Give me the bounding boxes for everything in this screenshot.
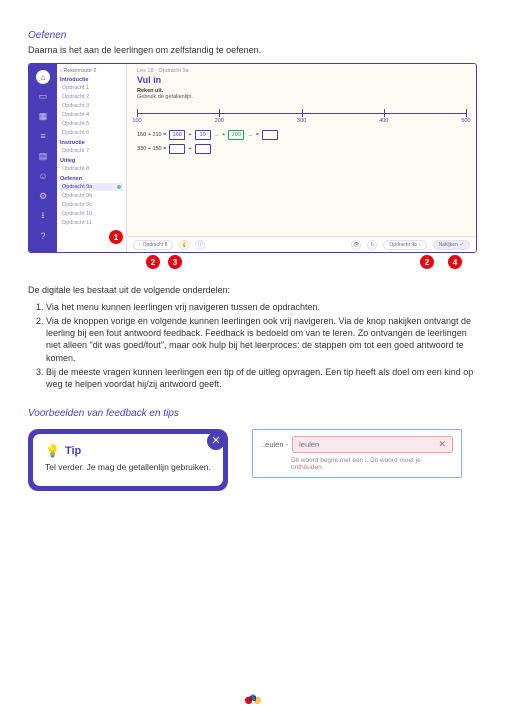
app-rail: ⌂ ▭ ▦ ≡ ▤ ☺ ⚙ ⭳ ?: [29, 64, 57, 252]
rail-list-icon[interactable]: ≡: [35, 128, 51, 144]
eq-box-green[interactable]: 200: [228, 130, 244, 140]
bottom-toolbar: ‹Opdracht 8 💡 ⓘ 👁 ↻ Opdracht 9b› Nakijke…: [127, 236, 476, 252]
list-item: Via het menu kunnen leerlingen vrij navi…: [46, 301, 477, 313]
eq-lhs: 330 + 150 =: [137, 146, 166, 152]
lesson-menu: ‹ Rekenroute 2 Introductie Opdracht 1 Op…: [57, 64, 127, 252]
nl-tick-label: 500: [461, 118, 470, 124]
check-label: Nakijken: [439, 242, 458, 248]
rail-home-icon[interactable]: ⌂: [36, 70, 50, 84]
menu-item[interactable]: Opdracht 6: [60, 129, 123, 137]
close-icon[interactable]: ✕: [207, 432, 225, 450]
menu-item[interactable]: Opdracht 7: [60, 147, 123, 155]
nl-tick-label: 300: [297, 118, 306, 124]
rail-book-icon[interactable]: ▭: [35, 88, 51, 104]
eq-box-answer[interactable]: [262, 130, 278, 140]
callout-badge-3: 3: [168, 255, 182, 269]
menu-item[interactable]: Opdracht 3: [60, 102, 123, 110]
rail-gear-icon[interactable]: ⚙: [35, 188, 51, 204]
rail-grid-icon[interactable]: ▦: [35, 108, 51, 124]
cloud-logo-icon: 33: [242, 692, 264, 706]
menu-section-uitleg: Uitleg: [60, 158, 123, 164]
lesson-crumb: Les 18 · Opdracht 9a: [137, 68, 466, 74]
equation-row-1: 160 + 210 = 160 + 10 → + 200 → =: [137, 130, 466, 140]
lightbulb-icon: 💡: [45, 444, 60, 458]
nl-tick-label: 200: [215, 118, 224, 124]
list-item: Bij de meeste vragen kunnen leerlingen e…: [46, 366, 477, 390]
callout-badge-1: 1: [109, 230, 123, 244]
err-entered-value: leulen: [299, 440, 319, 449]
breadcrumb[interactable]: ‹ Rekenroute 2: [60, 68, 123, 74]
tip-title-text: Tip: [65, 445, 81, 457]
nl-tick-label: 400: [379, 118, 388, 124]
rail-help-icon[interactable]: ?: [35, 228, 51, 244]
callout-badge-2b: 2: [420, 255, 434, 269]
menu-section-introductie: Introductie: [60, 77, 123, 83]
exercise-sub2: Gebruik de getallenlijn.: [137, 94, 466, 100]
eye-icon[interactable]: 👁: [351, 240, 361, 250]
callout-badge-2: 2: [146, 255, 160, 269]
err-prefix: ..eulen -: [261, 440, 288, 449]
eq-box[interactable]: [169, 144, 185, 154]
plus-icon: +: [222, 132, 225, 138]
equation-row-2: 330 + 150 = +: [137, 144, 466, 154]
check-button[interactable]: Nakijken✓: [433, 240, 470, 250]
chevron-right-icon: ›: [419, 242, 421, 248]
tip-body: Tel verder. Je mag de getallenlijn gebru…: [45, 462, 211, 472]
menu-item[interactable]: Opdracht 10: [60, 210, 123, 218]
menu-item[interactable]: Opdracht 8: [60, 165, 123, 173]
intro-line: Daarna is het aan de leerlingen om zelfs…: [28, 45, 477, 55]
menu-section-instructie: Instructie: [60, 140, 123, 146]
app-screenshot-frame: ⌂ ▭ ▦ ≡ ▤ ☺ ⚙ ⭳ ? ‹ Rekenroute 2 Introdu…: [28, 63, 477, 253]
callout-badge-4: 4: [448, 255, 462, 269]
info-icon[interactable]: ⓘ: [195, 240, 205, 250]
onderdelen-list: Via het menu kunnen leerlingen vrij navi…: [28, 301, 477, 390]
err-message: Dit woord begint met een i. Dit woord mo…: [261, 457, 453, 471]
chevron-left-icon: ‹: [139, 242, 141, 248]
menu-item[interactable]: Opdracht 5: [60, 120, 123, 128]
plus-icon: +: [188, 146, 191, 152]
exercise-title: Vul in: [137, 75, 466, 85]
next-button[interactable]: Opdracht 9b›: [383, 240, 426, 250]
equals-sign: =: [256, 132, 259, 138]
nl-tick-label: 100: [132, 118, 141, 124]
menu-item-active[interactable]: Opdracht 9a: [60, 183, 123, 191]
menu-item[interactable]: Opdracht 9b: [60, 192, 123, 200]
page-footer: 33: [0, 692, 505, 706]
rail-chart-icon[interactable]: ▤: [35, 148, 51, 164]
close-icon[interactable]: ✕: [438, 439, 446, 450]
check-icon: ✓: [460, 242, 464, 248]
tip-card: ✕ 💡 Tip Tel verder. Je mag de getallenli…: [28, 429, 228, 491]
eq-box[interactable]: [195, 144, 211, 154]
onderdelen-heading: De digitale les bestaat uit de volgende …: [28, 285, 477, 295]
eq-lhs: 160 + 210 =: [137, 132, 166, 138]
eq-box[interactable]: 10: [195, 130, 211, 140]
rail-user-icon[interactable]: ☺: [35, 168, 51, 184]
rail-download-icon[interactable]: ⭳: [35, 208, 51, 224]
refresh-icon[interactable]: ↻: [367, 240, 377, 250]
list-item: Via de knoppen vorige en volgende kunnen…: [46, 315, 477, 364]
prev-button[interactable]: ‹Opdracht 8: [133, 240, 173, 250]
menu-item[interactable]: Opdracht 1: [60, 84, 123, 92]
eq-box[interactable]: 160: [169, 130, 185, 140]
lightbulb-icon[interactable]: 💡: [179, 240, 189, 250]
tip-title: 💡 Tip: [45, 444, 211, 458]
prev-label: Opdracht 8: [143, 242, 168, 248]
work-area: Les 18 · Opdracht 9a Vul in Reken uit. G…: [127, 64, 476, 252]
menu-item[interactable]: Opdracht 9c: [60, 201, 123, 209]
number-line: 100 200 300 400 500: [137, 106, 466, 124]
error-feedback-card: ..eulen - leulen ✕ Dit woord begint met …: [252, 429, 462, 478]
section-heading-oefenen: Oefenen: [28, 30, 477, 41]
arrow-right-icon: →: [247, 132, 253, 138]
next-label: Opdracht 9b: [389, 242, 417, 248]
menu-item[interactable]: Opdracht 2: [60, 93, 123, 101]
menu-item[interactable]: Opdracht 11: [60, 219, 123, 227]
arrow-right-icon: →: [214, 132, 220, 138]
feedback-heading: Voorbeelden van feedback en tips: [28, 408, 477, 419]
menu-section-oefenen: Oefenen: [60, 176, 123, 182]
page-number: 33: [249, 696, 257, 703]
menu-item[interactable]: Opdracht 4: [60, 111, 123, 119]
plus-icon: +: [188, 132, 191, 138]
err-input[interactable]: leulen ✕: [292, 436, 453, 453]
